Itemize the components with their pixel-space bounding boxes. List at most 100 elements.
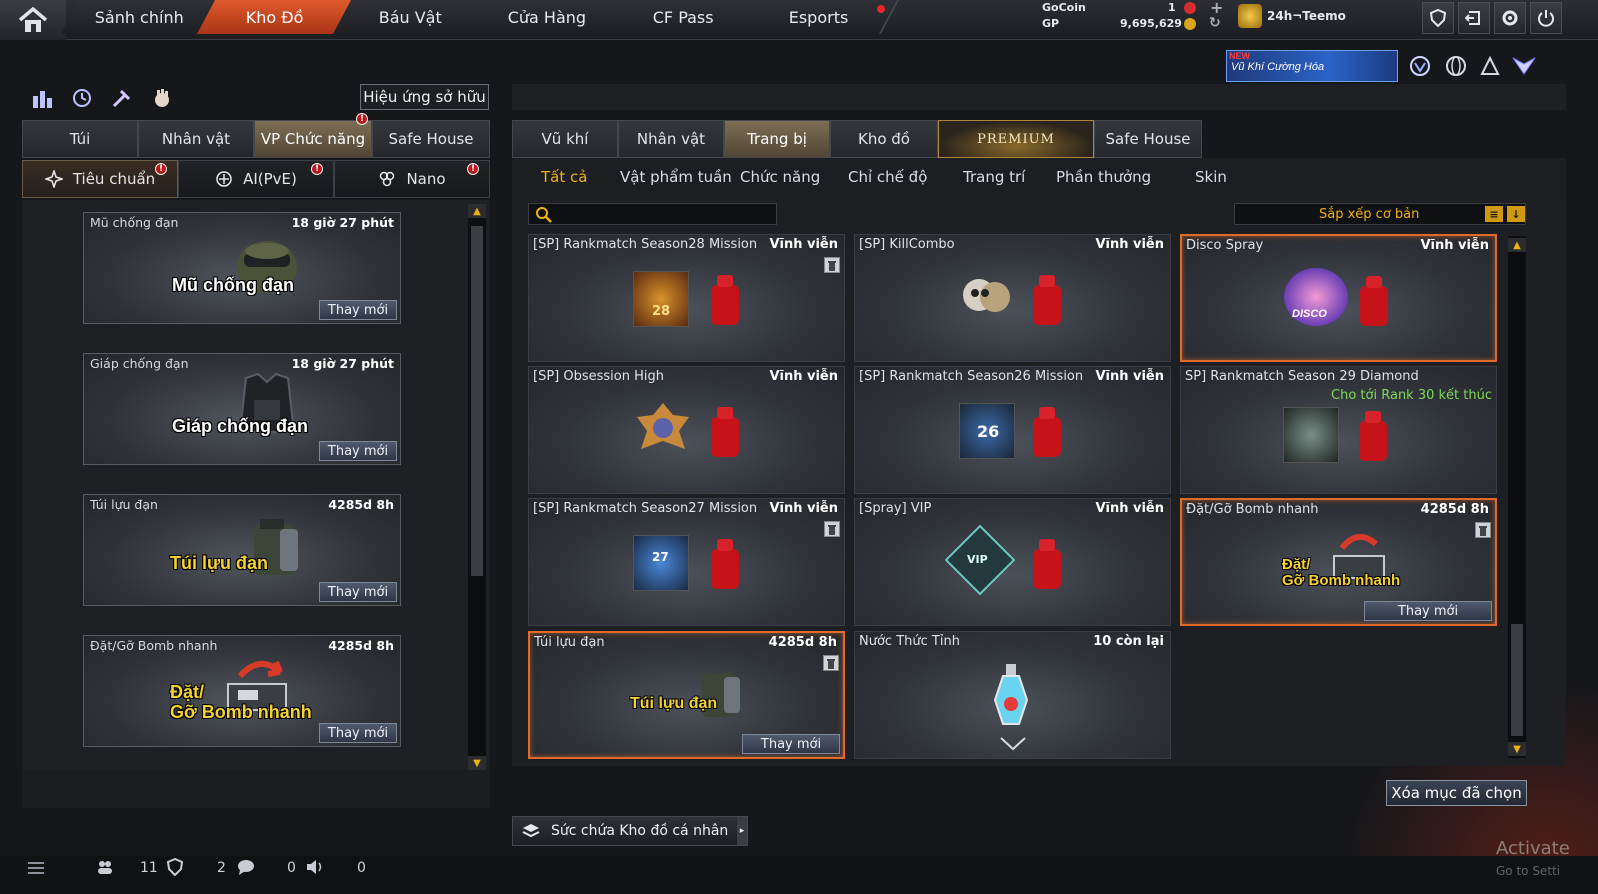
renew-button[interactable]: Thay mới — [1364, 601, 1492, 621]
emblem-icon[interactable] — [1406, 52, 1434, 80]
wing-icon[interactable] — [1510, 52, 1538, 80]
renew-button[interactable]: Thay mới — [319, 723, 397, 743]
crest-icon[interactable] — [1476, 52, 1504, 80]
filter-all[interactable]: Tất cả — [541, 168, 587, 186]
target-icon — [216, 171, 232, 187]
tab-character[interactable]: Nhân vật — [138, 120, 254, 158]
list-item[interactable]: Giáp chống đạn 18 giờ 27 phút Giáp chống… — [83, 353, 401, 465]
friends-icon[interactable] — [96, 858, 114, 876]
function-item-list: Mũ chống đạn 18 giờ 27 phút Mũ chống đạn… — [22, 200, 490, 772]
tab-storage[interactable]: Kho đồ — [830, 120, 938, 158]
exit-room-icon[interactable] — [1458, 2, 1490, 34]
filter-mode-only[interactable]: Chỉ chế độ — [848, 168, 927, 186]
potion-icon — [993, 664, 1029, 725]
home-button[interactable] — [0, 0, 66, 40]
filter-skin[interactable]: Skin — [1195, 168, 1227, 186]
item-card[interactable]: Disco Spray Vĩnh viễn DISCO — [1180, 234, 1497, 362]
item-card[interactable]: Nước Thức Tỉnh 10 còn lại — [854, 631, 1171, 759]
nav-tab-shop[interactable]: Cửa Hàng — [468, 0, 628, 34]
spray-can-icon — [711, 407, 739, 457]
item-card[interactable]: [SP] Rankmatch Season26 Mission Vĩnh viễ… — [854, 366, 1171, 494]
scroll-down-icon[interactable]: ▼ — [468, 756, 486, 770]
nav-tab-esports[interactable]: Esports — [740, 0, 900, 34]
list-item[interactable]: Đặt/Gỡ Bomb nhanh 4285d 8h Đặt/ Gỡ Bomb … — [83, 635, 401, 747]
subtab-nano[interactable]: Nano ! — [334, 160, 490, 198]
inventory-capacity-button[interactable]: Sức chứa Kho đồ cá nhân ▸ — [512, 816, 748, 846]
globe-icon[interactable] — [1442, 52, 1470, 80]
power-icon[interactable] — [1530, 2, 1562, 34]
ranking-icon[interactable] — [28, 86, 56, 110]
renew-button[interactable]: Thay mới — [319, 582, 397, 602]
subtab-standard[interactable]: Tiêu chuẩn ! — [22, 160, 178, 198]
trash-icon[interactable] — [824, 257, 840, 273]
chevron-down-icon[interactable] — [999, 736, 1027, 752]
right-header-strip — [512, 84, 1566, 110]
tab-premium[interactable]: PREMIUM — [938, 120, 1094, 158]
subtab-ai-pve[interactable]: AI(PvE) ! — [178, 160, 334, 198]
shield-icon[interactable] — [1422, 2, 1454, 34]
scroll-thumb[interactable] — [471, 226, 483, 576]
tab-bag[interactable]: Túi — [22, 120, 138, 158]
tab-safe-house[interactable]: Safe House — [372, 120, 490, 158]
alert-badge: ! — [467, 163, 479, 175]
trash-icon[interactable] — [824, 521, 840, 537]
sort-dropdown[interactable]: Sắp xếp cơ bản ≡ ↓ — [1234, 203, 1526, 225]
tab-function-items[interactable]: VP Chức năng ! — [254, 113, 372, 158]
repair-icon[interactable] — [108, 86, 136, 110]
item-card[interactable]: [Spray] VIP Vĩnh viễn VIP — [854, 498, 1171, 626]
item-art-label: Túi lựu đạn — [170, 553, 269, 573]
tab-weapons[interactable]: Vũ khí — [512, 120, 618, 158]
chat-bubble-icon[interactable] — [236, 858, 256, 876]
item-card[interactable]: [SP] Obsession High Vĩnh viễn — [528, 366, 845, 494]
owned-effects-button[interactable]: Hiệu ứng sở hữu — [360, 84, 489, 110]
trash-icon[interactable] — [1475, 522, 1491, 538]
emblem-number: 27 — [652, 550, 669, 564]
list-icon[interactable]: ≡ — [1485, 206, 1503, 222]
left-scrollbar[interactable]: ▲ ▼ — [468, 204, 486, 770]
history-icon[interactable] — [68, 86, 96, 110]
search-field[interactable] — [557, 206, 771, 222]
gear-icon[interactable] — [1494, 2, 1526, 34]
scroll-up-icon[interactable]: ▲ — [1508, 238, 1526, 252]
nav-tab-inventory[interactable]: Kho Đồ — [196, 0, 356, 34]
filter-weekly[interactable]: Vật phẩm tuần — [620, 168, 732, 186]
renew-button[interactable]: Thay mới — [742, 734, 840, 754]
sort-desc-icon[interactable]: ↓ — [1507, 206, 1525, 222]
spray-can-icon — [1033, 539, 1061, 589]
item-card[interactable]: Túi lựu đạn 4285d 8h Túi lựu đạn Thay mớ… — [528, 631, 845, 759]
banner-new-label: NEW — [1229, 51, 1250, 61]
clan-shield-icon[interactable] — [166, 858, 184, 876]
speaker-icon[interactable] — [305, 858, 325, 876]
item-card[interactable]: [SP] Rankmatch Season28 Mission Vĩnh viễ… — [528, 234, 845, 362]
item-card[interactable]: [SP] Rankmatch Season27 Mission Vĩnh viễ… — [528, 498, 845, 626]
scroll-down-icon[interactable]: ▼ — [1508, 742, 1526, 756]
tab-characters[interactable]: Nhân vật — [618, 120, 724, 158]
nav-tab-treasure[interactable]: Báu Vật — [332, 0, 492, 34]
menu-list-icon[interactable] — [26, 860, 46, 876]
scroll-thumb[interactable] — [1511, 624, 1523, 736]
renew-button[interactable]: Thay mới — [319, 441, 397, 461]
tab-equipment[interactable]: Trang bị — [724, 120, 830, 158]
list-item[interactable]: Túi lựu đạn 4285d 8h Túi lựu đạn Thay mớ… — [83, 494, 401, 606]
hand-icon[interactable] — [148, 86, 176, 110]
filter-function[interactable]: Chức năng — [740, 168, 820, 186]
list-item[interactable]: Mũ chống đạn 18 giờ 27 phút Mũ chống đạn… — [83, 212, 401, 324]
item-duration: 4285d 8h — [328, 638, 394, 653]
refresh-icon[interactable]: ↻ — [1209, 15, 1221, 31]
nav-tab-cf-pass[interactable]: CF Pass — [604, 0, 764, 34]
nav-tab-lobby[interactable]: Sảnh chính — [60, 0, 220, 34]
right-scrollbar[interactable]: ▲ ▼ — [1508, 236, 1526, 758]
chevron-right-icon[interactable]: ▸ — [737, 817, 747, 845]
item-card[interactable]: [SP] KillCombo Vĩnh viễn — [854, 234, 1171, 362]
renew-button[interactable]: Thay mới — [319, 300, 397, 320]
trash-icon[interactable] — [823, 655, 839, 671]
filter-rewards[interactable]: Phần thưởng — [1056, 168, 1151, 186]
scroll-up-icon[interactable]: ▲ — [468, 204, 486, 218]
weapon-upgrade-banner[interactable]: NEW Vũ Khí Cường Hóa — [1226, 50, 1398, 82]
tab-safe-house[interactable]: Safe House — [1094, 120, 1202, 158]
item-card[interactable]: SP] Rankmatch Season 29 Diamond Cho tới … — [1180, 366, 1497, 494]
delete-selected-button[interactable]: Xóa mục đã chọn — [1386, 780, 1527, 806]
item-card[interactable]: Đặt/Gỡ Bomb nhanh 4285d 8h Đặt/ Gỡ Bomb … — [1180, 498, 1497, 626]
search-input[interactable] — [528, 203, 777, 225]
filter-decoration[interactable]: Trang trí — [963, 168, 1025, 186]
